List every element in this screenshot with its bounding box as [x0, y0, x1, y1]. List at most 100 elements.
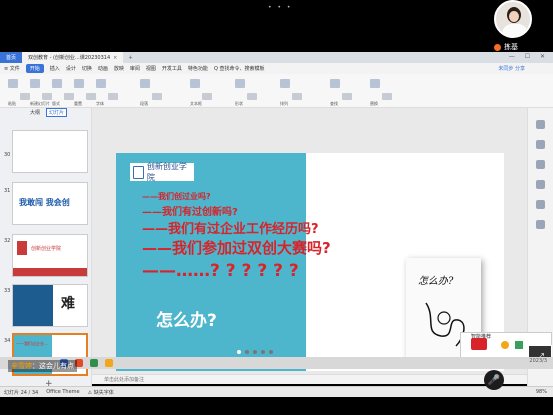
- toolbar-label: 新建幻灯片: [30, 101, 50, 106]
- menu-item[interactable]: 开始: [25, 64, 44, 73]
- toolbar-icon[interactable]: [152, 93, 162, 100]
- toolbar-label: 版式: [52, 101, 60, 106]
- menu-item[interactable]: 开发工具: [162, 65, 182, 72]
- presentation-app: 首页 双创教育 - (创新创业...课20230314 × + — ☐ ✕ ≡ …: [0, 52, 553, 397]
- menu-item[interactable]: Q 查找命令、搜索模板: [214, 65, 265, 72]
- toolbar-icon[interactable]: [190, 79, 200, 88]
- toolbar-icon[interactable]: [64, 93, 74, 100]
- window-controls[interactable]: — ☐ ✕: [509, 53, 549, 60]
- chat-message: 辛雪婷：这会儿有点: [8, 360, 77, 372]
- slide-thumbnail-32[interactable]: 创新创业学院: [12, 234, 88, 277]
- toolbar-icon[interactable]: [52, 79, 62, 88]
- caller-name: 拣基: [504, 43, 518, 51]
- toolbar-icon[interactable]: [86, 93, 96, 100]
- caller-badge: 拣基: [494, 42, 518, 52]
- toolbar-icon[interactable]: [370, 79, 380, 88]
- settings-icon[interactable]: [536, 200, 545, 209]
- new-tab-button[interactable]: +: [123, 55, 137, 61]
- menu-item[interactable]: 切换: [82, 65, 92, 72]
- toolbar-label: 替换: [370, 101, 378, 106]
- slide-line-2: ——我们有过创新吗?: [142, 207, 238, 218]
- grid-icon[interactable]: [515, 341, 523, 349]
- slide-number: 34: [4, 338, 11, 344]
- menu-item[interactable]: ≡ 文件: [4, 65, 20, 72]
- tab-slides[interactable]: 幻灯片: [46, 108, 68, 117]
- menu-item[interactable]: 设计: [66, 65, 76, 72]
- share-button[interactable]: 未同步 分享: [498, 65, 525, 72]
- webcam-thumbnail[interactable]: [494, 0, 532, 38]
- toolbar-icon[interactable]: [330, 79, 340, 88]
- help-icon[interactable]: [536, 220, 545, 229]
- school-logo: 创新创业学院: [130, 162, 194, 182]
- menu-item[interactable]: 动画: [98, 65, 108, 72]
- panel-tabs: 大纲 幻灯片: [0, 108, 91, 117]
- menu-item[interactable]: 视图: [146, 65, 156, 72]
- toolbar-label: 排列: [280, 101, 288, 106]
- theme-name: Office Theme: [46, 389, 80, 395]
- slide-line-5: ——……? ? ? ? ? ?: [142, 261, 299, 281]
- select-icon[interactable]: [536, 120, 545, 129]
- slide-line-3: ——我们有过企业工作经历吗?: [142, 222, 319, 237]
- slide-number: 33: [4, 288, 11, 294]
- slide-main-text: 怎么办?: [156, 311, 217, 331]
- toolbar-icon[interactable]: [140, 79, 150, 88]
- shape-icon[interactable]: [536, 140, 545, 149]
- slide-line-1: ——我们创过业吗?: [142, 192, 211, 201]
- missing-font-warning[interactable]: ⚠ 缺失字体: [88, 389, 114, 396]
- slide-number: 31: [4, 188, 11, 194]
- notes-field[interactable]: 单击此处添加备注: [92, 374, 527, 384]
- tab-home[interactable]: 首页: [0, 52, 22, 63]
- toolbar-icon[interactable]: [42, 93, 52, 100]
- menu-item[interactable]: 插入: [50, 65, 60, 72]
- style-icon[interactable]: [536, 160, 545, 169]
- status-dot-icon: [494, 43, 501, 51]
- slide-thumbnail-30[interactable]: [12, 130, 88, 173]
- menu-item[interactable]: 审阅: [130, 65, 140, 72]
- microphone-button[interactable]: 🎤: [484, 370, 504, 390]
- current-slide[interactable]: 创新创业学院 ——我们创过业吗? ——我们有过创新吗? ——我们有过企业工作经历…: [116, 153, 504, 371]
- thumb-text: ——我们过企业…: [16, 341, 48, 346]
- toolbar-icon[interactable]: [30, 79, 40, 88]
- toolbar-icon[interactable]: [235, 79, 245, 88]
- toolbar-label: 查找: [330, 101, 338, 106]
- slide-panel: 大纲 幻灯片 30 31 我敢闯 我会创 32 创新创业学院 33 难 34 —…: [0, 108, 92, 389]
- toolbar-icon[interactable]: [292, 93, 302, 100]
- toolbar-icon[interactable]: [108, 93, 118, 100]
- logo-icon: [133, 165, 144, 179]
- wps-icon[interactable]: [471, 338, 487, 350]
- tab-document[interactable]: 双创教育 - (创新创业...课20230314 ×: [22, 52, 124, 63]
- toolbar-icon[interactable]: [202, 93, 212, 100]
- slide-thumbnail-31[interactable]: 我敢闯 我会创: [12, 182, 88, 225]
- toolbar-icon[interactable]: [342, 93, 352, 100]
- slide-line-4: ——我们参加过双创大赛吗?: [142, 239, 331, 257]
- menu-bar: ≡ 文件 开始 插入 设计 切换 动画 放映 审阅 视图 开发工具 特色功能 Q 查找命令、搜索模板 未…: [0, 63, 553, 74]
- toolbar-icon[interactable]: [8, 79, 18, 88]
- page-indicator: [237, 350, 273, 354]
- logo-text: 创新创业学院: [146, 162, 187, 182]
- toolbar-icon[interactable]: [96, 79, 106, 88]
- thumb-text: 我敢闯 我会创: [19, 198, 70, 207]
- toolbar-icon[interactable]: [280, 79, 290, 88]
- toolbar-icon[interactable]: [20, 93, 30, 100]
- slide-info: 幻灯片 24 / 34: [4, 389, 39, 396]
- thumb-text: 创新创业学院: [31, 246, 62, 252]
- toolbar-label: 重置: [74, 101, 82, 106]
- taskbar-app-icon[interactable]: [105, 359, 113, 367]
- animation-icon[interactable]: [536, 180, 545, 189]
- status-bar: 幻灯片 24 / 34 Office Theme ⚠ 缺失字体 98%: [0, 386, 553, 397]
- tab-document-label: 双创教育 - (创新创业...课20230314: [28, 55, 111, 61]
- toolbar-icon[interactable]: [74, 79, 84, 88]
- tab-outline[interactable]: 大纲: [30, 109, 40, 116]
- toolbar-label: 粘贴: [8, 101, 16, 106]
- close-icon[interactable]: ×: [113, 55, 117, 61]
- taskbar-app-icon[interactable]: [90, 359, 98, 367]
- menu-item[interactable]: 放映: [114, 65, 124, 72]
- slide-thumbnail-33[interactable]: 难: [12, 284, 88, 327]
- menu-item[interactable]: 特色功能: [188, 65, 208, 72]
- toolbar-icon[interactable]: [382, 93, 392, 100]
- thumb-text: 难: [61, 296, 75, 312]
- zoom-level[interactable]: 98%: [536, 389, 547, 395]
- screen: • • • 拣基 首页 双创教育 - (创新创业...课20230314 × +…: [0, 0, 553, 415]
- toolbar-icon[interactable]: [247, 93, 257, 100]
- gear-icon[interactable]: [501, 341, 509, 349]
